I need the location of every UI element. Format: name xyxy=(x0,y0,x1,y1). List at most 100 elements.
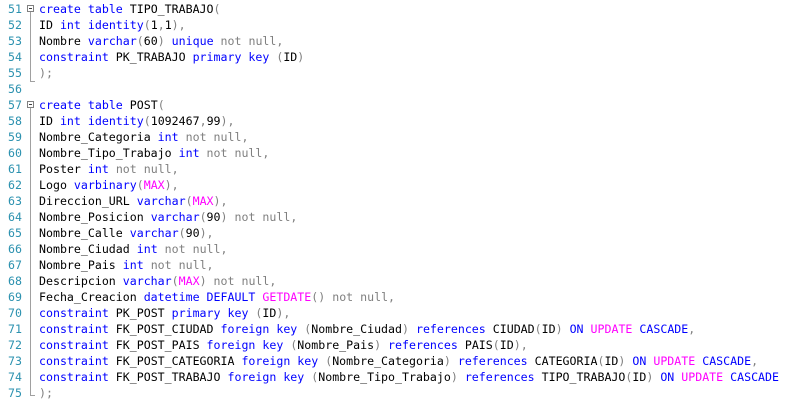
code-token: ) xyxy=(374,338,382,352)
code-line[interactable]: Nombre_Tipo_Trabajo int not null, xyxy=(39,145,779,161)
line-number: 58 xyxy=(8,114,22,128)
sql-editor[interactable]: 51 52 53 54 55 56 57 58 59 60 61 62 63 64 65 66 67 68 69 70… xyxy=(0,0,785,405)
code-token: DEFAULT xyxy=(206,290,256,304)
code-token: 1092467 xyxy=(150,114,200,128)
code-token: constraint xyxy=(39,306,109,320)
code-token: ) xyxy=(220,210,228,224)
code-line[interactable]: create table TIPO_TRABAJO( xyxy=(39,1,779,17)
line-number: 59 xyxy=(8,130,22,144)
code-token: ( xyxy=(185,194,193,208)
code-line[interactable]: create table POST( xyxy=(39,97,779,113)
code-token: varbinary xyxy=(73,178,137,192)
code-line[interactable]: constraint PK_TRABAJO primary key (ID) xyxy=(39,49,779,65)
line-number: 74 xyxy=(8,370,22,384)
code-token: ), xyxy=(171,18,186,32)
code-token: ID xyxy=(39,114,60,128)
line-number: 75 xyxy=(8,386,22,400)
code-token: constraint xyxy=(39,322,109,336)
code-token: CATEGORIA xyxy=(527,354,598,368)
code-line[interactable]: ID int identity(1,1), xyxy=(39,17,779,33)
fold-end-marker xyxy=(30,395,35,396)
code-token: not null, xyxy=(185,130,249,144)
code-line[interactable]: constraint FK_POST_CATEGORIA foreign key… xyxy=(39,353,779,369)
code-token: unique xyxy=(171,34,214,48)
code-token: Nombre xyxy=(39,34,88,48)
code-token: 60 xyxy=(143,34,158,48)
code-token: ); xyxy=(39,386,53,400)
code-token: ( xyxy=(492,338,500,352)
code-token: references xyxy=(457,354,528,368)
code-token: int xyxy=(122,258,144,272)
code-token: Nombre_Posicion xyxy=(39,210,151,224)
code-line[interactable]: Nombre varchar(60) unique not null, xyxy=(39,33,779,49)
fold-guide xyxy=(30,12,31,82)
code-line[interactable]: Nombre_Pais int not null, xyxy=(39,257,779,273)
collapse-icon[interactable] xyxy=(27,101,34,108)
code-token: Fecha_Creacion xyxy=(39,290,144,304)
code-line[interactable]: Descripcion varchar(MAX) not null, xyxy=(39,273,779,289)
code-token: int xyxy=(59,18,81,32)
code-token: ID xyxy=(604,354,619,368)
code-line[interactable]: Nombre_Posicion varchar(90) not null, xyxy=(39,209,779,225)
code-line[interactable]: ); xyxy=(39,385,779,401)
code-line[interactable]: Nombre_Calle varchar(90), xyxy=(39,225,779,241)
code-token: ( xyxy=(157,98,165,112)
code-token: identity xyxy=(87,114,144,128)
line-number: 73 xyxy=(8,354,22,368)
code-token: references xyxy=(464,370,535,384)
code-token: ( xyxy=(136,178,144,192)
code-token: int xyxy=(157,130,179,144)
line-number: 71 xyxy=(8,322,22,336)
line-number-gutter: 51 52 53 54 55 56 57 58 59 60 61 62 63 64 65 66 67 68 69 70… xyxy=(0,1,22,401)
code-token: ON xyxy=(632,354,647,368)
code-token: datetime xyxy=(143,290,200,304)
code-token: ), xyxy=(199,226,214,240)
code-line[interactable]: Direccion_URL varchar(MAX), xyxy=(39,193,779,209)
code-token: references xyxy=(388,338,458,352)
code-token: table xyxy=(87,98,123,112)
code-token: 90 xyxy=(206,210,221,224)
code-line[interactable]: Nombre_Categoria int not null, xyxy=(39,129,779,145)
code-line[interactable]: constraint FK_POST_CIUDAD foreign key (N… xyxy=(39,321,779,337)
code-token: ID xyxy=(541,322,556,336)
code-line[interactable]: ); xyxy=(39,65,779,81)
code-line[interactable]: Logo varbinary(MAX), xyxy=(39,177,779,193)
code-line[interactable]: Fecha_Creacion datetime DEFAULT GETDATE(… xyxy=(39,289,779,305)
code-token: () xyxy=(311,290,326,304)
code-line[interactable]: ID int identity(1092467,99), xyxy=(39,113,779,129)
code-line[interactable]: Nombre_Ciudad int not null, xyxy=(39,241,779,257)
code-token: 1 xyxy=(150,18,158,32)
code-token: MAX xyxy=(192,194,214,208)
code-line[interactable]: Poster int not null, xyxy=(39,161,779,177)
code-token: foreign key xyxy=(220,322,298,336)
code-line[interactable] xyxy=(39,81,779,97)
code-token: FK_POST_TRABAJO xyxy=(108,370,228,384)
code-token: constraint xyxy=(39,50,109,64)
code-line[interactable]: constraint FK_POST_TRABAJO foreign key (… xyxy=(39,369,779,385)
code-line[interactable]: constraint PK_POST primary key (ID), xyxy=(39,305,779,321)
code-token: ( xyxy=(143,114,151,128)
line-number: 70 xyxy=(8,306,22,320)
collapse-icon[interactable] xyxy=(27,5,34,12)
code-token: foreign key xyxy=(206,338,284,352)
code-area[interactable]: create table TIPO_TRABAJO(ID int identit… xyxy=(39,1,779,401)
code-token: , xyxy=(199,114,207,128)
code-line[interactable]: constraint FK_POST_PAIS foreign key (Nom… xyxy=(39,337,779,353)
code-token: ), xyxy=(513,338,528,352)
code-token: PAIS xyxy=(457,338,493,352)
code-token: ), xyxy=(276,306,291,320)
line-number: 56 xyxy=(8,82,22,96)
code-token: varchar xyxy=(129,226,179,240)
code-token: not null, xyxy=(234,210,298,224)
